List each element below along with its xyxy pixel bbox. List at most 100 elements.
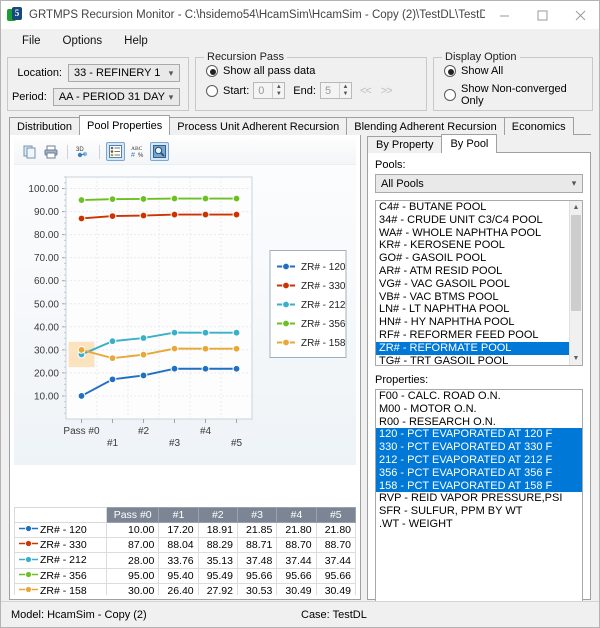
copy-icon[interactable]	[20, 142, 39, 161]
property-item[interactable]: 212 - PCT EVAPORATED AT 212 F	[376, 454, 582, 467]
pool-item[interactable]: LN# - LT NAPHTHA POOL	[376, 303, 569, 316]
line-chart[interactable]: 10.0020.0030.0040.0050.0060.0070.0080.00…	[14, 165, 356, 465]
pool-item[interactable]: 34# - CRUDE UNIT C3/C4 POOL	[376, 214, 569, 227]
property-item[interactable]: F00 - CALC. ROAD O.N.	[376, 390, 582, 403]
spin-up-icon[interactable]: ▲	[273, 83, 284, 91]
radio-pass-range[interactable]	[206, 85, 218, 97]
radio-show-all[interactable]	[444, 65, 456, 77]
values-icon[interactable]: ABC # %	[128, 142, 147, 161]
maximize-icon[interactable]	[523, 1, 561, 29]
tab-economics[interactable]: Economics	[504, 117, 574, 135]
series-point[interactable]	[78, 346, 85, 353]
property-item[interactable]: R00 - RESEARCH O.N.	[376, 416, 582, 429]
pool-item[interactable]: VB# - VAC BTMS POOL	[376, 291, 569, 304]
tab-pool-properties[interactable]: Pool Properties	[79, 115, 170, 135]
legend-icon[interactable]	[106, 142, 125, 161]
series-point[interactable]	[109, 376, 116, 383]
table-row[interactable]: ZR# - 33087.0088.0488.2988.7188.7088.70	[15, 538, 356, 553]
pools-list[interactable]: C4# - BUTANE POOL34# - CRUDE UNIT C3/C4 …	[376, 201, 569, 365]
tab-blending-adherent-recursion[interactable]: Blending Adherent Recursion	[346, 117, 504, 135]
location-combobox[interactable]: 33 - REFINERY 1 ▾	[68, 64, 180, 82]
pool-item[interactable]: ZR# - REFORMATE POOL	[376, 342, 569, 355]
series-point[interactable]	[233, 345, 240, 352]
series-point[interactable]	[78, 393, 85, 400]
properties-list[interactable]: F00 - CALC. ROAD O.N.M00 - MOTOR O.N.R00…	[376, 390, 582, 601]
property-item[interactable]: RVP - REID VAPOR PRESSURE,PSI	[376, 492, 582, 505]
radio-show-non-converged[interactable]	[444, 89, 456, 101]
series-data-grid[interactable]: Pass #0#1#2#3#4#5 ZR# - 12010.0017.2018.…	[14, 507, 356, 595]
close-icon[interactable]	[561, 1, 599, 29]
pools-listbox[interactable]: C4# - BUTANE POOL34# - CRUDE UNIT C3/C4 …	[375, 200, 583, 366]
series-point[interactable]	[171, 329, 178, 336]
series-point[interactable]	[109, 338, 116, 345]
series-point[interactable]	[140, 212, 147, 219]
end-spin-buttons[interactable]: ▲ ▼	[339, 83, 351, 98]
series-point[interactable]	[78, 197, 85, 204]
series-point[interactable]	[233, 365, 240, 372]
radio-show-all-pass[interactable]	[206, 65, 218, 77]
scrollbar-thumb[interactable]	[571, 215, 581, 311]
show-all-pass-row[interactable]: Show all pass data	[196, 65, 426, 77]
tab-distribution[interactable]: Distribution	[9, 117, 80, 135]
pool-item[interactable]: GO# - GASOIL POOL	[376, 252, 569, 265]
series-point[interactable]	[233, 195, 240, 202]
property-item[interactable]: 158 - PCT EVAPORATED AT 158 F	[376, 480, 582, 493]
pools-scrollbar[interactable]: ▲ ▼	[569, 201, 582, 365]
spin-down-icon[interactable]: ▼	[340, 91, 351, 99]
menu-help[interactable]: Help	[113, 33, 159, 49]
next-pass-button[interactable]: >>	[381, 85, 392, 97]
property-item[interactable]: 330 - PCT EVAPORATED AT 330 F	[376, 441, 582, 454]
tab-by-pool[interactable]: By Pool	[441, 134, 497, 153]
chart-canvas[interactable]: 10.0020.0030.0040.0050.0060.0070.0080.00…	[14, 165, 358, 465]
property-item[interactable]: M00 - MOTOR O.N.	[376, 403, 582, 416]
pool-item[interactable]: TG# - TRT GASOIL POOL	[376, 355, 569, 365]
table-row[interactable]: ZR# - 12010.0017.2018.9121.8521.8021.80	[15, 523, 356, 538]
pool-item[interactable]: KR# - KEROSENE POOL	[376, 239, 569, 252]
tab-by-property[interactable]: By Property	[367, 136, 442, 153]
pool-item[interactable]: VG# - VAC GASOIL POOL	[376, 278, 569, 291]
series-point[interactable]	[171, 345, 178, 352]
prev-pass-button[interactable]: <<	[360, 85, 371, 97]
table-row[interactable]: ZR# - 21228.0033.7635.1337.4837.4437.44	[15, 553, 356, 568]
pool-item[interactable]: AR# - ATM RESID POOL	[376, 265, 569, 278]
scroll-up-icon[interactable]: ▲	[570, 201, 582, 214]
property-item[interactable]: .WT - WEIGHT	[376, 518, 582, 531]
show-all-row[interactable]: Show All	[434, 65, 592, 77]
pool-item[interactable]: WA# - WHOLE NAPHTHA POOL	[376, 227, 569, 240]
series-point[interactable]	[140, 351, 147, 358]
series-point[interactable]	[109, 196, 116, 203]
series-point[interactable]	[202, 329, 209, 336]
series-point[interactable]	[78, 215, 85, 222]
series-point[interactable]	[202, 345, 209, 352]
pool-item[interactable]: HN# - HY NAPHTHA POOL	[376, 316, 569, 329]
series-point[interactable]	[171, 211, 178, 218]
spin-up-icon[interactable]: ▲	[340, 83, 351, 91]
series-point[interactable]	[109, 355, 116, 362]
series-point[interactable]	[140, 335, 147, 342]
print-icon[interactable]	[42, 142, 61, 161]
menu-options[interactable]: Options	[52, 33, 114, 49]
series-point[interactable]	[171, 195, 178, 202]
3d-icon[interactable]: 3D	[74, 142, 93, 161]
menu-file[interactable]: File	[11, 33, 52, 49]
series-point[interactable]	[202, 365, 209, 372]
spin-down-icon[interactable]: ▼	[273, 91, 284, 99]
series-point[interactable]	[202, 211, 209, 218]
series-point[interactable]	[109, 213, 116, 220]
pool-item[interactable]: RF# - REFORMER FEED POOL	[376, 329, 569, 342]
property-item[interactable]: 120 - PCT EVAPORATED AT 120 F	[376, 428, 582, 441]
series-point[interactable]	[171, 365, 178, 372]
tab-process-unit-adherent-recursion[interactable]: Process Unit Adherent Recursion	[169, 117, 347, 135]
end-stepper[interactable]: 5 ▲ ▼	[320, 82, 352, 99]
table-row[interactable]: ZR# - 15830.0026.4027.9230.5330.4930.49	[15, 583, 356, 595]
minimize-icon[interactable]	[485, 1, 523, 29]
table-row[interactable]: ZR# - 35695.0095.4095.4995.6695.6695.66	[15, 568, 356, 583]
property-item[interactable]: SFR - SULFUR, PPM BY WT	[376, 505, 582, 518]
pool-item[interactable]: C4# - BUTANE POOL	[376, 201, 569, 214]
pools-combobox[interactable]: All Pools ▾	[375, 174, 583, 193]
series-point[interactable]	[202, 195, 209, 202]
scroll-down-icon[interactable]: ▼	[570, 352, 582, 365]
show-non-converged-row[interactable]: Show Non-converged Only	[434, 83, 592, 107]
period-combobox[interactable]: AA - PERIOD 31 DAY ▾	[53, 88, 180, 106]
start-spin-buttons[interactable]: ▲ ▼	[272, 83, 284, 98]
